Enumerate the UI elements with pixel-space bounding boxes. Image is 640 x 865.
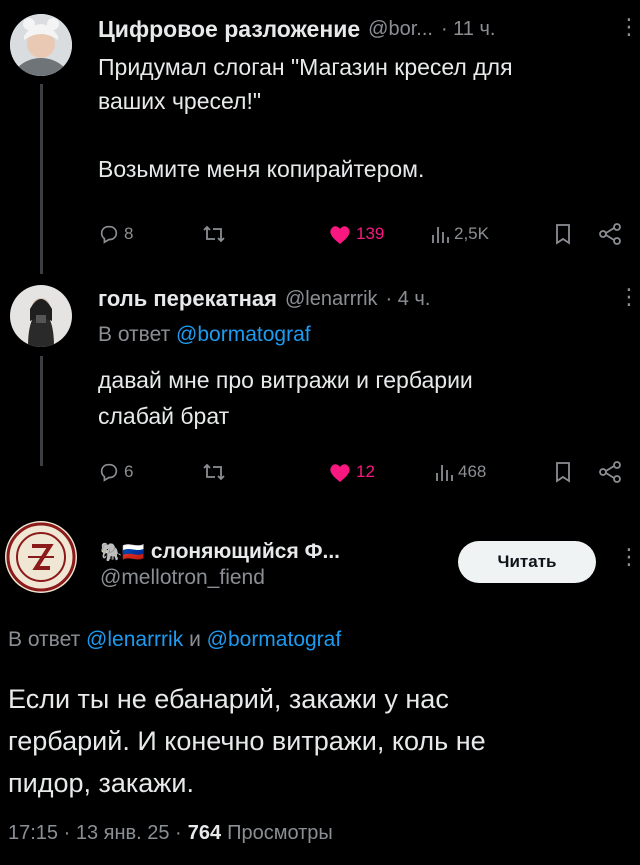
post2-text-line: слабай брат: [98, 403, 230, 429]
thread-line-1: [40, 84, 43, 274]
post3-display-name[interactable]: слоняющийся Ф...: [151, 540, 340, 564]
retweet-button[interactable]: [202, 461, 226, 483]
share-icon: [599, 223, 621, 245]
more-icon[interactable]: ⋮: [618, 16, 640, 38]
post2-display-name[interactable]: голь перекатная: [98, 286, 277, 312]
more-icon[interactable]: ⋮: [618, 286, 640, 308]
post2-time[interactable]: · 4 ч.: [386, 288, 431, 311]
more-icon[interactable]: ⋮: [618, 546, 640, 568]
bookmark-icon: [556, 462, 570, 483]
retweet-icon: [203, 225, 225, 243]
like-count: 139: [356, 224, 385, 243]
reply-to-link[interactable]: @bormatograf: [207, 628, 342, 651]
avatar-post1[interactable]: [10, 14, 72, 76]
avatar-post3[interactable]: [4, 520, 78, 594]
post3-reply-context: В ответ @lenarrrik и @bormatograf: [8, 628, 341, 652]
post1-text: Придумал слоган "Магазин кресел для ваши…: [98, 50, 628, 186]
post2-text-line: давай мне про витражи и гербарии: [98, 367, 473, 393]
views-icon: [432, 227, 449, 243]
bookmark-button[interactable]: [554, 223, 572, 245]
post1-display-name[interactable]: Цифровое разложение: [98, 16, 360, 43]
share-button[interactable]: [598, 461, 622, 483]
reply-count: 6: [124, 462, 134, 481]
post1-header: Цифровое разложение @bor... · 11 ч.: [98, 14, 618, 44]
like-button[interactable]: 12: [328, 461, 375, 483]
post3-text-line: гербарий. И конечно витражи, коль не: [8, 726, 486, 756]
retweet-button[interactable]: [202, 223, 226, 245]
reply-to-link[interactable]: @lenarrrik: [86, 628, 183, 651]
like-button[interactable]: 139: [328, 223, 384, 245]
views-button[interactable]: 468: [434, 461, 486, 483]
bookmark-icon: [556, 224, 570, 245]
post1-actions: 8 139 2,5K: [98, 220, 628, 248]
reply-prefix: В ответ: [8, 628, 81, 651]
post2-reply-context: В ответ @bormatograf: [98, 323, 311, 347]
views-count: 468: [458, 462, 487, 481]
reply-and: и: [189, 628, 201, 651]
share-button[interactable]: [598, 223, 622, 245]
views-count: 2,5K: [454, 224, 489, 243]
post2-header: голь перекатная @lenarrrik · 4 ч.: [98, 284, 618, 314]
reply-button[interactable]: 6: [98, 461, 133, 483]
post1-handle[interactable]: @bor...: [368, 18, 433, 41]
post2-handle[interactable]: @lenarrrik: [285, 288, 378, 311]
thread-line-2: [40, 356, 43, 466]
views-icon: [436, 465, 453, 481]
post3-meta: 17:15 · 13 янв. 25 · 764 Просмотры: [8, 822, 333, 845]
post2-actions: 6 12 468: [98, 458, 628, 486]
like-count: 12: [356, 462, 375, 481]
post3-text: Если ты не ебанарий, закажи у нас гербар…: [8, 678, 636, 804]
post1-text-line: ваших чресел!": [98, 88, 262, 114]
post3-views-label: Просмотры: [227, 822, 333, 844]
post3-text-line: пидор, закажи.: [8, 768, 194, 798]
post1-time[interactable]: · 11 ч.: [441, 18, 496, 41]
post3-views-count: 764: [187, 822, 222, 844]
heart-icon: [330, 464, 350, 482]
post2-text: давай мне про витражи и гербарии слабай …: [98, 362, 628, 434]
views-button[interactable]: 2,5K: [430, 223, 489, 245]
retweet-icon: [203, 463, 225, 481]
bookmark-button[interactable]: [554, 461, 572, 483]
flag-emoji: 🐘🇷🇺: [100, 541, 145, 562]
reply-button[interactable]: 8: [98, 223, 133, 245]
post3-text-line: Если ты не ебанарий, закажи у нас: [8, 684, 449, 714]
follow-button[interactable]: Читать: [458, 541, 596, 583]
reply-to-link[interactable]: @bormatograf: [176, 323, 311, 346]
reply-prefix: В ответ: [98, 323, 171, 346]
reply-count: 8: [124, 224, 134, 243]
avatar-post2[interactable]: [10, 285, 72, 347]
share-icon: [599, 461, 621, 483]
reply-icon: [100, 463, 118, 482]
post3-name-row: 🐘🇷🇺 слоняющийся Ф...: [100, 538, 340, 566]
post1-text-line: Возьмите меня копирайтером.: [98, 156, 425, 182]
post3-timestamp[interactable]: 17:15 · 13 янв. 25 ·: [8, 822, 182, 845]
heart-icon: [330, 226, 350, 244]
reply-icon: [100, 225, 118, 244]
post3-handle[interactable]: @mellotron_fiend: [100, 566, 265, 590]
post1-text-line: Придумал слоган "Магазин кресел для: [98, 54, 513, 80]
